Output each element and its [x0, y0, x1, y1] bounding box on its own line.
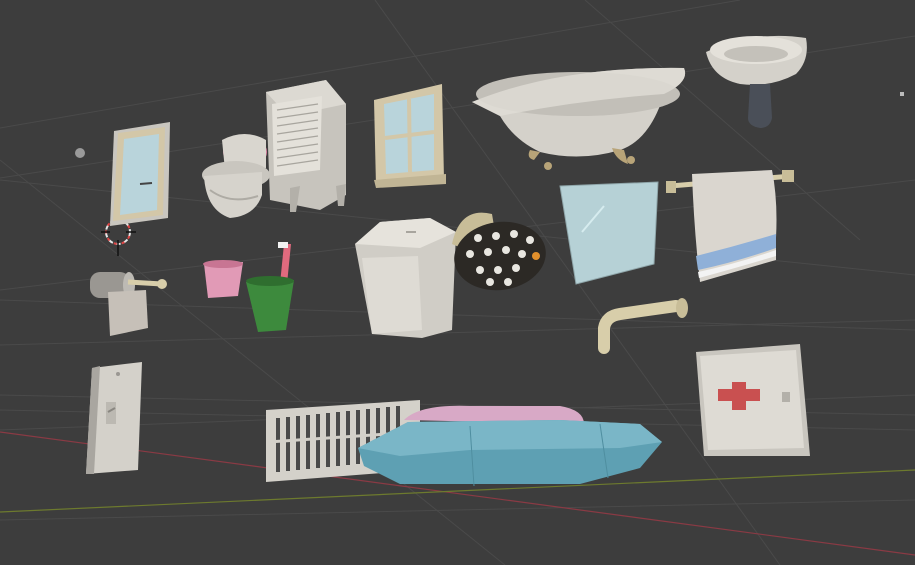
point-light-icon[interactable] [75, 148, 85, 158]
cabinet-object[interactable] [266, 80, 346, 212]
pink-cup-object[interactable] [203, 260, 243, 298]
3d-viewport[interactable] [0, 0, 915, 565]
window-object[interactable] [374, 84, 446, 188]
far-light-icon[interactable] [900, 92, 904, 96]
toilet-paper-holder-object[interactable] [90, 272, 167, 336]
sink-object[interactable] [706, 35, 807, 128]
trash-can-object[interactable] [355, 218, 456, 338]
toothbrush-cup-object[interactable] [246, 242, 294, 332]
shower-head-object[interactable] [450, 212, 551, 296]
mirror-object[interactable] [559, 181, 659, 285]
towel-rack-object[interactable] [666, 170, 794, 282]
bathtub-object[interactable] [472, 67, 686, 170]
toilet-object[interactable] [202, 134, 270, 218]
door-object[interactable] [110, 122, 170, 226]
viewport-canvas[interactable] [0, 0, 915, 565]
faucet-object[interactable] [598, 298, 688, 354]
first-aid-cabinet-object[interactable] [696, 344, 810, 456]
light-switch-object[interactable] [86, 362, 142, 474]
